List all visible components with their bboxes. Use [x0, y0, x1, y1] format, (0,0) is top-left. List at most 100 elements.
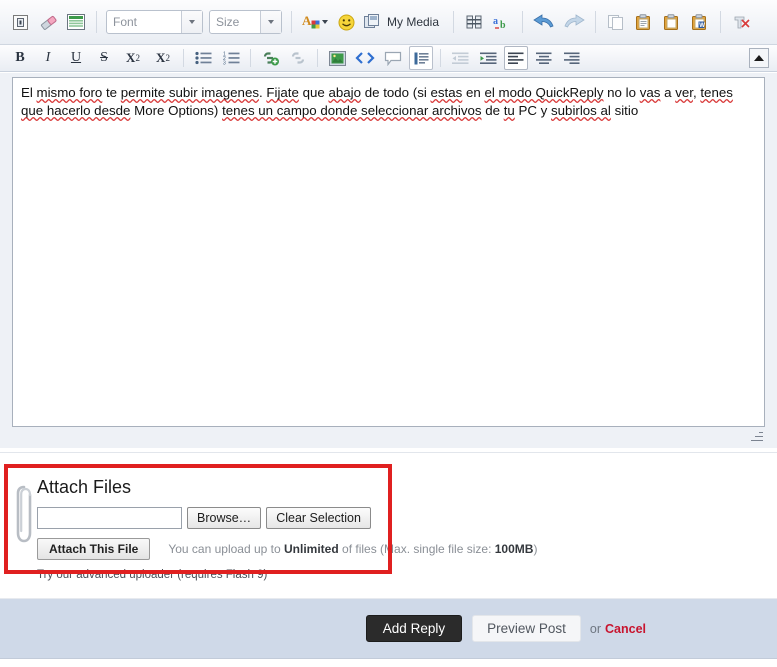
find-icon[interactable] — [462, 10, 486, 34]
editor-content[interactable]: El mismo foro te permite subir imagenes.… — [21, 84, 756, 120]
indent-icon[interactable] — [476, 46, 500, 70]
text-fragment: de todo (si — [361, 85, 431, 100]
paperclip-icon — [14, 483, 34, 545]
my-media-icon[interactable] — [362, 10, 382, 34]
attach-files-title: Attach Files — [37, 477, 132, 497]
note-size: 100MB — [494, 542, 534, 556]
font-family-select[interactable]: Font — [106, 10, 203, 34]
misspelled-word: permite subir imagenes — [120, 85, 259, 100]
preview-post-button[interactable]: Preview Post — [472, 615, 581, 642]
insert-image-icon[interactable] — [325, 46, 349, 70]
add-reply-button[interactable]: Add Reply — [365, 615, 463, 642]
superscript-label: X — [156, 50, 166, 65]
font-family-chevron-down-icon[interactable] — [181, 11, 202, 33]
subscript-button[interactable]: X2 — [120, 46, 146, 70]
note-prefix: You can upload up to — [168, 542, 285, 556]
text-fragment: que — [298, 85, 329, 100]
bold-button[interactable]: B — [8, 46, 32, 70]
upload-limit-note: You can upload up to Unlimited of files … — [168, 542, 537, 556]
svg-text:A: A — [302, 13, 312, 28]
text-fragment: sitio — [610, 103, 639, 118]
font-color-icon[interactable]: A — [300, 10, 330, 34]
copy-icon[interactable] — [604, 10, 628, 34]
svg-text:3: 3 — [223, 60, 226, 65]
note-suffix: ) — [533, 542, 538, 556]
remove-formatting-icon[interactable] — [8, 10, 32, 34]
file-selection-row: Browse… Clear Selection — [37, 507, 371, 529]
font-size-select[interactable]: Size — [209, 10, 282, 34]
redo-icon[interactable] — [561, 10, 587, 34]
toolbar-separator — [440, 49, 441, 67]
svg-text:b: b — [500, 20, 506, 31]
browse-button[interactable]: Browse… — [187, 507, 262, 529]
text-fragment: a — [660, 85, 676, 100]
misspelled-word: vas — [639, 85, 661, 100]
misspelled-word: estas — [430, 85, 463, 100]
toolbar-separator — [317, 49, 318, 67]
svg-text:W: W — [699, 23, 705, 29]
attach-files-section: Attach Files Browse… Clear Selection Att… — [0, 452, 777, 592]
text-fragment: PC y — [514, 103, 551, 118]
unlink-icon[interactable] — [286, 46, 310, 70]
editor-container: El mismo foro te permite subir imagenes.… — [0, 73, 777, 448]
superscript-button[interactable]: X2 — [150, 46, 176, 70]
text-fragment: te — [102, 85, 121, 100]
misspelled-word: el modo QuickReply — [484, 85, 604, 100]
my-media-button[interactable]: My Media — [387, 15, 439, 29]
toolbar-separator — [720, 11, 722, 33]
numbered-list-icon[interactable]: 1 2 3 — [219, 46, 243, 70]
indent-quote-icon[interactable] — [409, 46, 433, 70]
page-bottom-strip — [0, 659, 777, 667]
cancel-link[interactable]: Cancel — [605, 622, 646, 636]
align-right-icon[interactable] — [560, 46, 584, 70]
toolbar-separator — [96, 11, 97, 33]
underline-button[interactable]: U — [64, 46, 88, 70]
misspelled-word: tenes un campo donde seleccionar archivo… — [222, 103, 482, 118]
eraser-icon[interactable] — [36, 10, 60, 34]
outdent-icon[interactable] — [448, 46, 472, 70]
misspelled-word: abajo — [328, 85, 362, 100]
note-limit: Unlimited — [284, 542, 339, 556]
paste-icon[interactable] — [632, 10, 656, 34]
attach-this-file-button[interactable]: Attach This File — [37, 538, 151, 560]
align-center-icon[interactable] — [532, 46, 556, 70]
quote-bubble-icon[interactable] — [381, 46, 405, 70]
collapse-toolbar-button[interactable] — [749, 48, 769, 68]
misspelled-word: mismo foro — [36, 85, 103, 100]
font-size-value: Size — [216, 15, 240, 29]
toolbar-separator — [291, 11, 292, 33]
spellcheck-icon[interactable]: a b — [490, 10, 514, 34]
insert-table-icon[interactable] — [64, 10, 88, 34]
strikethrough-button[interactable]: S — [92, 46, 116, 70]
misspelled-word: Fijate — [266, 85, 299, 100]
remove-all-formatting-icon[interactable] — [729, 10, 753, 34]
undo-icon[interactable] — [531, 10, 557, 34]
file-path-input[interactable] — [37, 507, 182, 529]
clear-selection-button[interactable]: Clear Selection — [266, 507, 371, 529]
source-code-icon[interactable] — [353, 46, 377, 70]
smiley-icon[interactable] — [334, 10, 358, 34]
align-left-icon[interactable] — [504, 46, 528, 70]
toolbar-separator — [595, 11, 597, 33]
underline-label: U — [70, 50, 82, 65]
svg-text:a: a — [493, 16, 498, 27]
paste-from-word-icon[interactable]: W — [688, 10, 712, 34]
italic-button[interactable]: I — [36, 46, 60, 70]
superscript-sup: 2 — [165, 53, 170, 63]
insert-link-icon[interactable] — [258, 46, 282, 70]
paste-as-text-icon[interactable] — [660, 10, 684, 34]
advanced-uploader-link[interactable]: Try our advanced uploader (requires Flas… — [37, 569, 267, 581]
text-fragment: More Options) — [130, 103, 223, 118]
text-fragment: no lo — [603, 85, 640, 100]
toolbar-separator — [453, 11, 455, 33]
font-family-value: Font — [113, 15, 138, 29]
font-size-chevron-down-icon[interactable] — [260, 11, 281, 33]
chevron-up-icon — [754, 55, 764, 61]
bulleted-list-icon[interactable] — [191, 46, 215, 70]
attach-action-row: Attach This File You can upload up to Un… — [37, 538, 537, 560]
rich-text-editor[interactable]: El mismo foro te permite subir imagenes.… — [12, 77, 765, 427]
editor-resize-handle[interactable] — [749, 428, 763, 442]
note-middle: of files (Max. single file size: — [338, 542, 495, 556]
italic-label: I — [45, 50, 51, 65]
misspelled-word: tu — [503, 103, 515, 118]
